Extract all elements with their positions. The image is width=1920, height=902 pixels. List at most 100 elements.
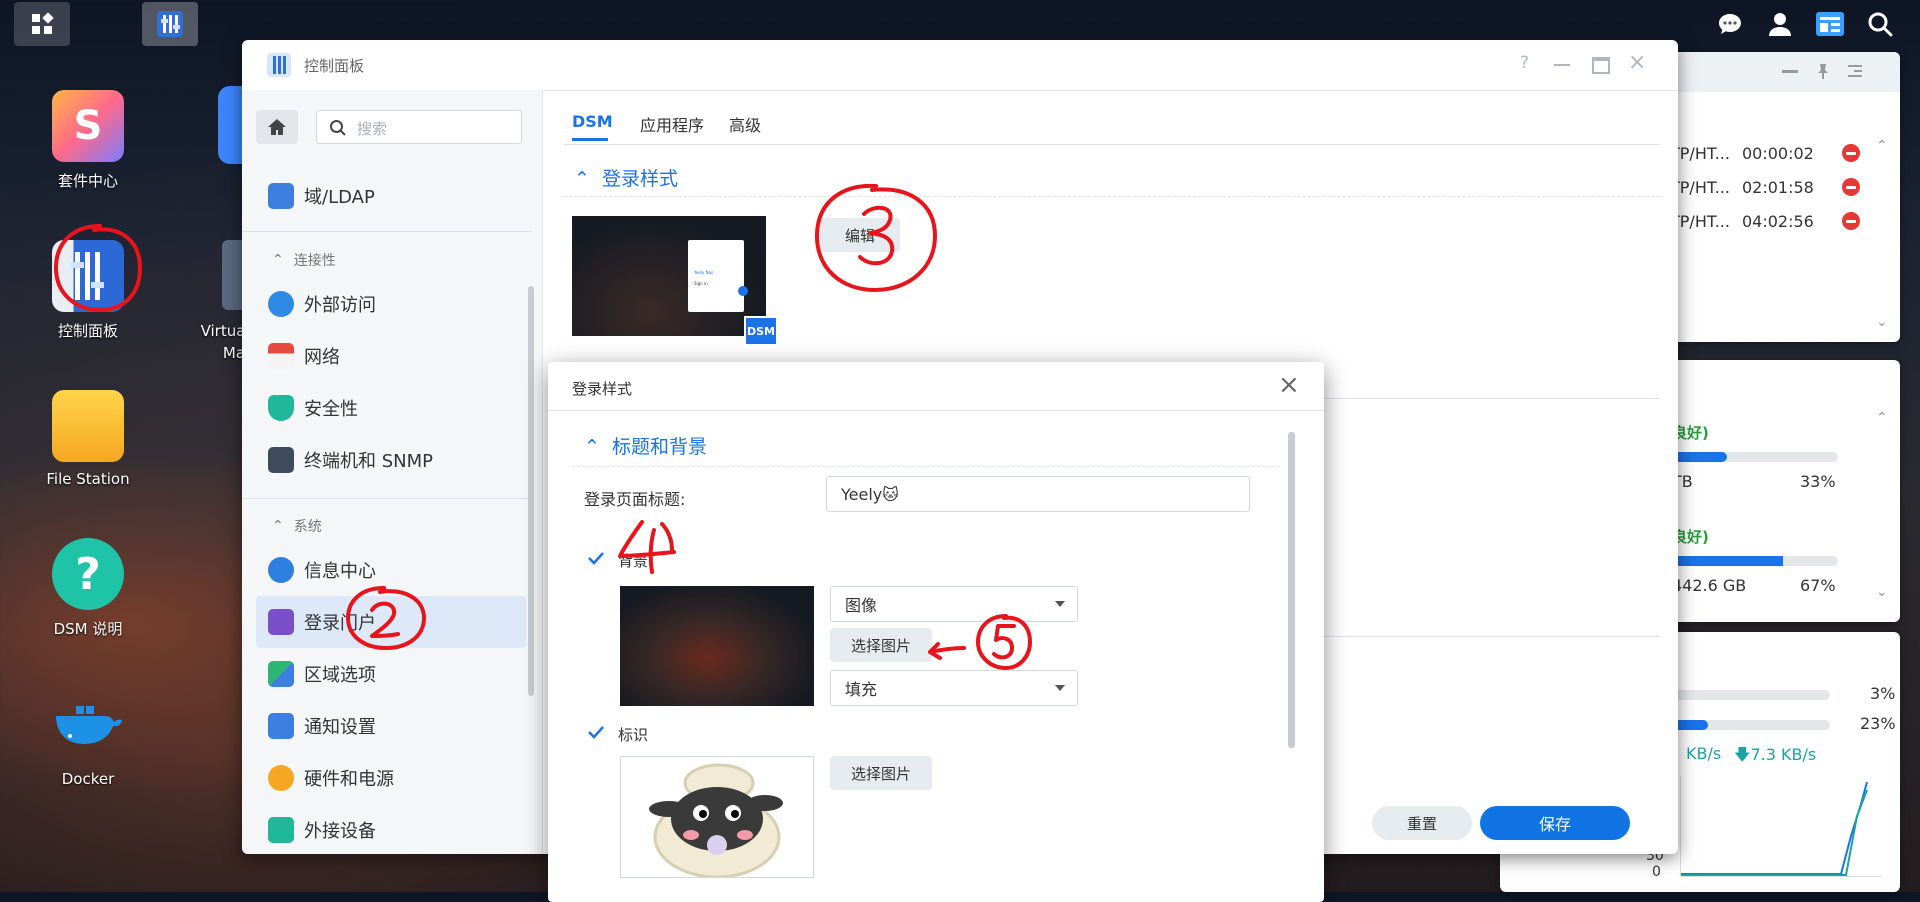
sidebar-item-notification[interactable]: 通知设置 xyxy=(256,700,526,752)
annotation-number-4 xyxy=(618,520,676,574)
window-titlebar[interactable]: 控制面板 ? × xyxy=(242,40,1678,91)
search-icon[interactable] xyxy=(1860,4,1900,44)
network-icon xyxy=(268,343,294,369)
terminal-icon xyxy=(268,447,294,473)
desktop-icon-file-station[interactable]: File Station xyxy=(23,390,153,488)
checkmark-icon xyxy=(588,552,604,565)
chevron-up-icon: ⌃ xyxy=(574,168,590,190)
sidebar-item-external-devices[interactable]: 外接设备 xyxy=(256,804,526,854)
dialog-titlebar[interactable]: 登录样式 × xyxy=(548,362,1324,411)
chevron-down-icon xyxy=(1055,601,1065,607)
preview-login-card: Yeely Nas Sign in xyxy=(688,240,744,312)
chevron-up-icon: ⌃ xyxy=(584,436,600,458)
minimize-icon[interactable] xyxy=(1782,70,1798,73)
annotation-circle-control-panel xyxy=(54,224,142,312)
sidebar-item-domain-ldap[interactable]: 域/LDAP xyxy=(256,170,526,222)
chevron-down-icon xyxy=(1055,685,1065,691)
background-checkbox[interactable] xyxy=(586,548,606,568)
network-chart-line xyxy=(1681,781,1868,876)
chevron-up-icon: ⌃ xyxy=(272,252,284,268)
grid-icon xyxy=(32,12,54,34)
download-rate: 🡇7.3 KB/s xyxy=(1734,745,1817,764)
cpu-percent: 3% xyxy=(1870,684,1896,703)
login-style-preview: Yeely Nas Sign in xyxy=(572,216,766,336)
preview-arrow-icon xyxy=(738,286,748,296)
main-menu-button[interactable] xyxy=(14,2,70,46)
connection-row: TP/HT... 00:00:02 xyxy=(1670,144,1814,163)
help-icon: ? xyxy=(52,538,124,610)
folder-icon xyxy=(52,390,124,462)
reset-button[interactable]: 重置 xyxy=(1372,806,1472,840)
sidebar-item-external-access[interactable]: 外部访问 xyxy=(256,278,526,330)
pin-icon[interactable] xyxy=(1814,62,1832,84)
dialog-scrollbar[interactable] xyxy=(1288,432,1295,748)
page-title-input[interactable]: Yeely🐱 xyxy=(826,476,1250,512)
desktop-icon-dsm-help[interactable]: ? DSM 说明 xyxy=(23,538,153,639)
help-icon[interactable]: ? xyxy=(1520,53,1529,73)
storage-percent: 33% xyxy=(1800,472,1836,491)
tab-dsm[interactable]: DSM xyxy=(572,112,613,131)
desktop-icon-label: Docker xyxy=(61,770,115,788)
sidebar-item-terminal-snmp[interactable]: 终端机和 SNMP xyxy=(256,434,526,486)
sidebar-item-security[interactable]: 安全性 xyxy=(256,382,526,434)
chevron-up-icon: ⌃ xyxy=(272,518,284,534)
notification-icon xyxy=(268,713,294,739)
close-icon[interactable]: × xyxy=(1278,370,1300,400)
docker-icon xyxy=(52,690,124,762)
minimize-icon[interactable] xyxy=(1554,64,1570,66)
connection-row: TP/HT... 02:01:58 xyxy=(1670,178,1814,197)
sidebar-item-network[interactable]: 网络 xyxy=(256,330,526,382)
section-login-style[interactable]: ⌃ 登录样式 xyxy=(574,164,678,191)
choose-image-button[interactable]: 选择图片 xyxy=(830,628,932,662)
info-icon xyxy=(268,557,294,583)
divider xyxy=(242,231,532,232)
logo-checkbox[interactable] xyxy=(586,722,606,742)
tabs-divider xyxy=(564,144,1660,145)
chevron-down-icon[interactable]: ⌄ xyxy=(1876,314,1888,330)
checkmark-icon xyxy=(588,726,604,739)
disconnect-icon[interactable] xyxy=(1842,144,1860,162)
disconnect-icon[interactable] xyxy=(1842,178,1860,196)
sidebar-item-regional-options[interactable]: 区域选项 xyxy=(256,648,526,700)
annotation-circle-3 xyxy=(814,183,937,292)
sidebar-item-hardware-power[interactable]: 硬件和电源 xyxy=(256,752,526,804)
desktop-icon-package-center[interactable]: S 套件中心 xyxy=(23,90,153,191)
chevron-up-icon[interactable]: ⌃ xyxy=(1876,138,1888,154)
section-title-background[interactable]: ⌃ 标题和背景 xyxy=(584,432,707,459)
disconnect-icon[interactable] xyxy=(1842,212,1860,230)
taskbar-control-panel[interactable] xyxy=(142,2,198,46)
tab-applications[interactable]: 应用程序 xyxy=(640,112,704,136)
widgets-icon[interactable] xyxy=(1810,4,1850,44)
sidebar-section-system[interactable]: ⌃ 系统 xyxy=(272,516,322,536)
dialog-title: 登录样式 xyxy=(572,380,633,398)
login-portal-icon xyxy=(268,609,294,635)
desktop-icon-label: File Station xyxy=(46,470,130,488)
upload-rate: KB/s xyxy=(1686,744,1722,763)
fill-mode-select[interactable]: 填充 xyxy=(830,670,1078,706)
ram-bar xyxy=(1672,720,1830,730)
chevron-up-icon[interactable]: ⌃ xyxy=(1876,410,1888,426)
ram-percent: 23% xyxy=(1860,714,1896,733)
maximize-icon[interactable] xyxy=(1592,57,1610,74)
chat-icon[interactable] xyxy=(1710,4,1750,44)
sheep-logo-image xyxy=(649,763,783,879)
close-icon[interactable]: × xyxy=(1628,50,1646,75)
home-button[interactable] xyxy=(256,110,298,144)
desktop-icon-docker[interactable]: Docker xyxy=(23,690,153,788)
cpu-bar xyxy=(1672,690,1830,700)
section-divider xyxy=(564,196,1660,197)
user-icon[interactable] xyxy=(1760,4,1800,44)
down-arrow-icon: 🡇 xyxy=(1734,745,1751,764)
search-input[interactable]: 搜索 xyxy=(316,110,522,144)
network-chart xyxy=(1680,776,1881,877)
home-icon xyxy=(268,119,286,135)
chevron-down-icon[interactable]: ⌄ xyxy=(1876,584,1888,600)
save-button[interactable]: 保存 xyxy=(1480,806,1630,840)
sidebar-scrollbar[interactable] xyxy=(528,286,534,696)
external-access-icon xyxy=(268,291,294,317)
sidebar-section-connectivity[interactable]: ⌃ 连接性 xyxy=(272,250,336,270)
logo-choose-image-button[interactable]: 选择图片 xyxy=(830,756,932,790)
ldap-icon xyxy=(268,183,294,209)
tab-advanced[interactable]: 高级 xyxy=(729,112,761,136)
options-icon[interactable] xyxy=(1846,62,1864,84)
